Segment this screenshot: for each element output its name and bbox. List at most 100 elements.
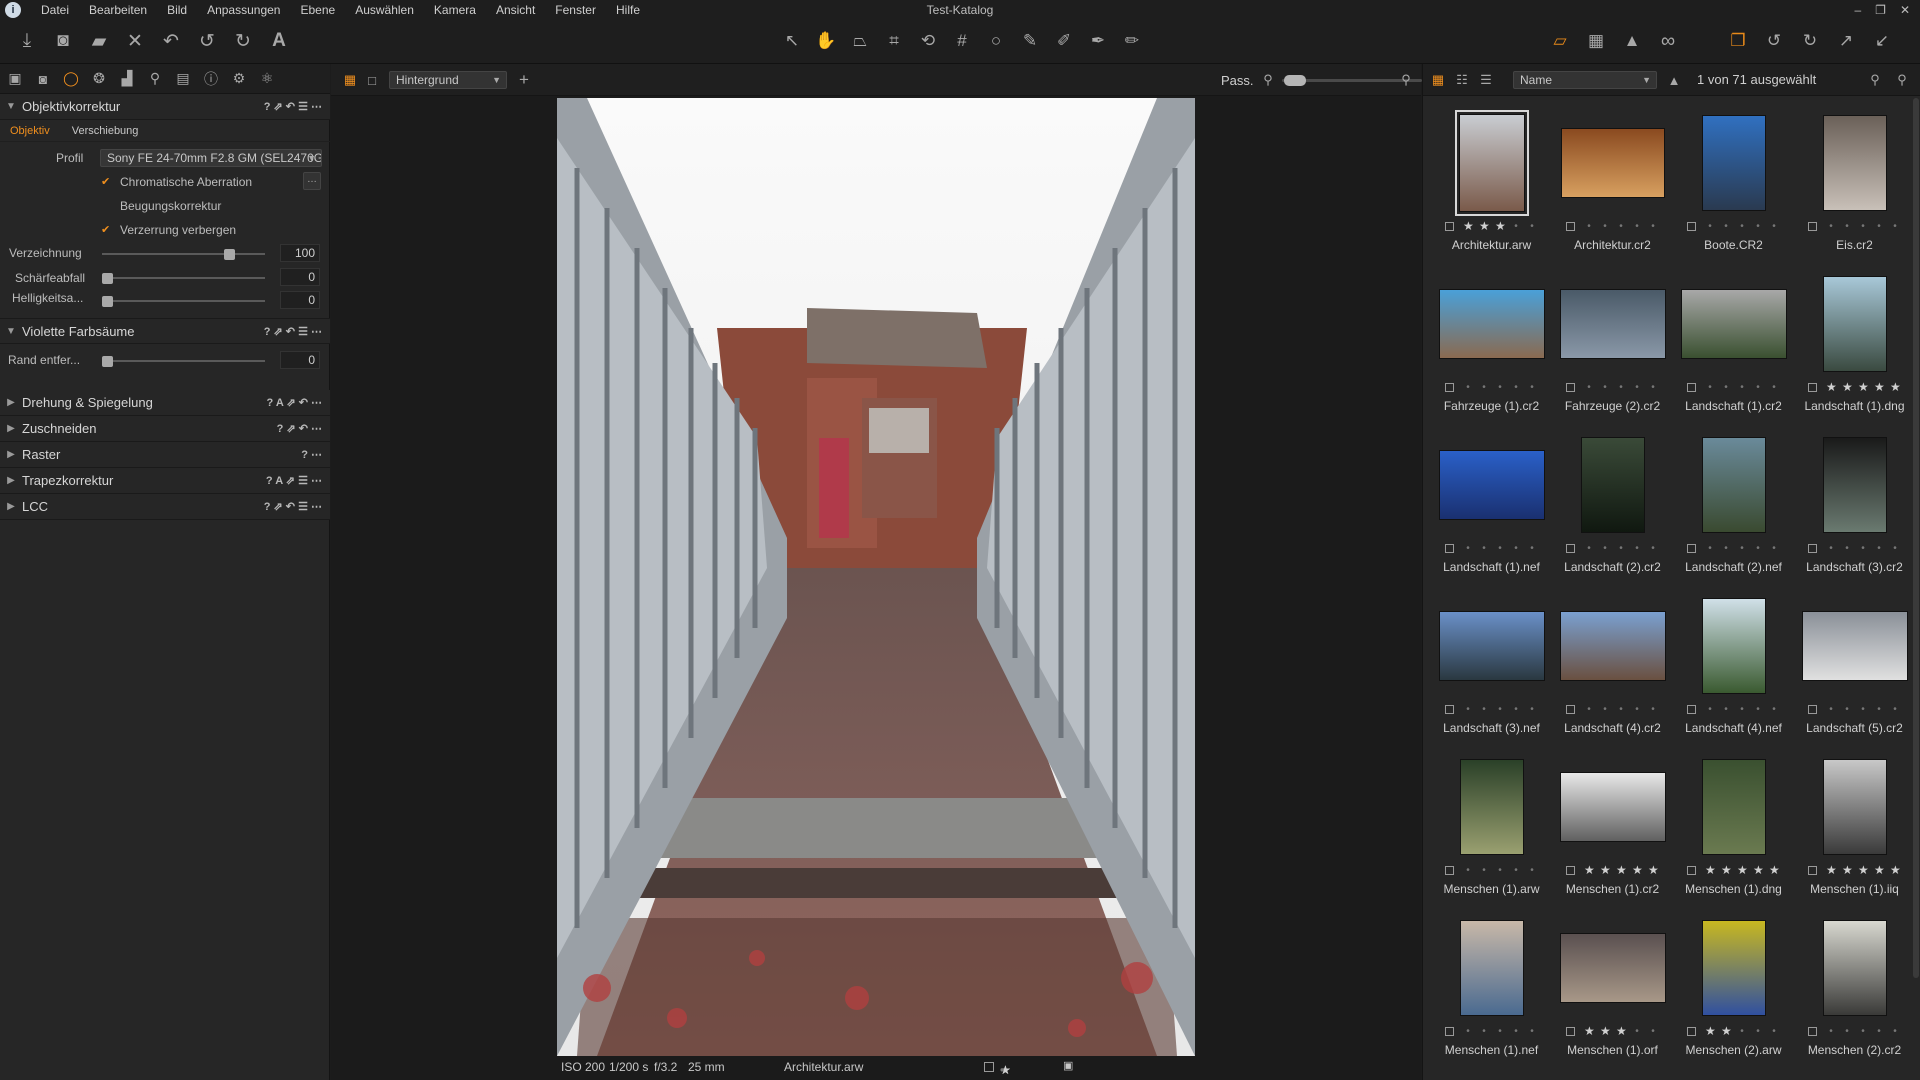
star-empty-icon[interactable]: • <box>1527 704 1537 715</box>
thumbnail-image[interactable] <box>1459 759 1524 855</box>
thumbnail[interactable] <box>1552 434 1673 536</box>
slider-value-field[interactable]: 0 <box>280 351 320 369</box>
tab-verschiebung[interactable]: Verschiebung <box>72 125 139 137</box>
section-drehung-spiegelung[interactable]: ▶ Drehung & Spiegelung ? A ⇗ ↶ ⋯ <box>0 390 330 416</box>
main-image[interactable] <box>557 98 1195 1056</box>
thumbnail-rating[interactable]: • • • • • <box>1808 220 1908 232</box>
star-empty-icon[interactable]: • <box>1600 543 1610 554</box>
brush-tool-icon[interactable]: ✎ <box>1015 27 1045 55</box>
camera-icon[interactable]: ◙ <box>48 27 78 55</box>
menu-bild[interactable]: Bild <box>157 0 197 20</box>
star-empty-icon[interactable]: • <box>1858 704 1868 715</box>
menu-hilfe[interactable]: Hilfe <box>606 0 650 20</box>
star-empty-icon[interactable]: • <box>1584 543 1594 554</box>
thumbnail[interactable] <box>1431 917 1552 1019</box>
thumbnail-cell[interactable]: • • • • • Landschaft (3).nef <box>1431 591 1552 752</box>
thumbnail-rating[interactable]: ★ ★ ★ • • <box>1566 1024 1666 1038</box>
star-filled-icon[interactable]: ★ <box>1479 219 1490 233</box>
star-empty-icon[interactable]: • <box>1826 221 1836 232</box>
thumbnail-cell[interactable]: ★ ★ ★ ★ ★ Menschen (1).iiq <box>1794 752 1915 913</box>
star-empty-icon[interactable]: • <box>1826 704 1836 715</box>
tag-icon[interactable]: ▣ <box>1063 1059 1073 1072</box>
star-empty-icon[interactable]: • <box>1890 221 1900 232</box>
star-filled-icon[interactable]: ★ <box>1890 863 1901 877</box>
thumbnail[interactable] <box>1794 273 1915 375</box>
thumbnail-cell[interactable]: ★ ★ ★ ★ ★ Menschen (1).dng <box>1673 752 1794 913</box>
star-filled-icon[interactable]: ★ <box>1584 863 1595 877</box>
multi-view-icon[interactable]: ▦ <box>341 71 359 89</box>
thumbnail-image[interactable] <box>1559 933 1666 1003</box>
star-empty-icon[interactable]: • <box>1721 382 1731 393</box>
star-filled-icon[interactable]: ★ <box>1890 380 1901 394</box>
star-empty-icon[interactable]: • <box>1479 1026 1489 1037</box>
capture-tab-icon[interactable]: ◙ <box>34 70 52 88</box>
star-filled-icon[interactable]: ★ <box>1632 863 1643 877</box>
expand-icon[interactable]: ▶ <box>0 423 22 434</box>
close-icon[interactable]: ✕ <box>1900 3 1910 17</box>
thumbnail-rating[interactable]: • • • • • <box>1445 542 1545 554</box>
star-empty-icon[interactable]: • <box>1705 221 1715 232</box>
star-empty-icon[interactable]: • <box>1753 1026 1763 1037</box>
star-empty-icon[interactable]: • <box>1705 382 1715 393</box>
section-actions[interactable]: ? A ⇗ ↶ ⋯ <box>266 396 330 409</box>
thumbnail[interactable] <box>1431 434 1552 536</box>
local-tab-icon[interactable]: ▤ <box>174 70 192 88</box>
star-empty-icon[interactable]: • <box>1527 221 1537 232</box>
output-tab-icon[interactable]: ⚙ <box>230 70 248 88</box>
star-empty-icon[interactable]: • <box>1616 704 1626 715</box>
thumbnail-rating[interactable]: • • • • • <box>1687 220 1787 232</box>
apply-adjust-icon[interactable]: ↙ <box>1867 27 1897 55</box>
star-filled-icon[interactable]: ★ <box>1721 863 1732 877</box>
thumbnail-image[interactable] <box>1822 920 1887 1016</box>
star-empty-icon[interactable]: • <box>1721 221 1731 232</box>
star-empty-icon[interactable]: • <box>1463 382 1473 393</box>
thumbnail-image[interactable] <box>1822 276 1887 372</box>
star-filled-icon[interactable]: ★ <box>1600 1024 1611 1038</box>
select-checkbox[interactable] <box>1445 704 1454 714</box>
thumbnail-rating[interactable]: • • • • • <box>1445 864 1545 876</box>
thumbnail-cell[interactable]: • • • • • Eis.cr2 <box>1794 108 1915 269</box>
thumbnail-cell[interactable]: • • • • • Landschaft (1).nef <box>1431 430 1552 591</box>
star-empty-icon[interactable]: • <box>1463 543 1473 554</box>
star-empty-icon[interactable]: • <box>1600 704 1610 715</box>
thumbnail-image[interactable] <box>1822 115 1887 211</box>
star-filled-icon[interactable]: ★ <box>1826 380 1837 394</box>
tab-objektiv[interactable]: Objektiv <box>10 125 50 137</box>
select-checkbox[interactable] <box>1687 704 1696 714</box>
fit-label[interactable]: Pass. <box>1221 73 1254 88</box>
star-empty-icon[interactable]: • <box>1842 543 1852 554</box>
reset-icon[interactable]: ↶ <box>156 27 186 55</box>
rotate-left-icon[interactable]: ↺ <box>1759 27 1789 55</box>
thumbnail[interactable] <box>1552 595 1673 697</box>
thumbnail[interactable] <box>1431 595 1552 697</box>
menu-ansicht[interactable]: Ansicht <box>486 0 545 20</box>
menu-kamera[interactable]: Kamera <box>424 0 486 20</box>
star-empty-icon[interactable]: • <box>1874 704 1884 715</box>
search-icon[interactable]: ⚲ <box>1893 71 1911 89</box>
star-empty-icon[interactable]: • <box>1616 221 1626 232</box>
star-empty-icon[interactable]: • <box>1648 1026 1658 1037</box>
star-empty-icon[interactable]: • <box>1632 1026 1642 1037</box>
grid-tool-icon[interactable]: # <box>947 27 977 55</box>
layer-dropdown[interactable]: Hintergrund ▼ <box>389 71 507 89</box>
star-empty-icon[interactable]: • <box>1632 543 1642 554</box>
expand-icon[interactable]: ▼ <box>0 101 22 112</box>
star-filled-icon[interactable]: ★ <box>1874 380 1885 394</box>
select-checkbox[interactable] <box>1808 221 1817 231</box>
thumbnail-image[interactable] <box>1438 450 1545 520</box>
menu-ebene[interactable]: Ebene <box>290 0 345 20</box>
select-checkbox[interactable] <box>1566 1026 1575 1036</box>
star-empty-icon[interactable]: • <box>1737 543 1747 554</box>
expand-icon[interactable]: ▼ <box>0 326 22 337</box>
star-empty-icon[interactable]: • <box>1495 1026 1505 1037</box>
light-falloff-slider[interactable] <box>102 295 265 307</box>
star-empty-icon[interactable]: • <box>1584 704 1594 715</box>
redo-icon[interactable]: ↻ <box>228 27 258 55</box>
select-checkbox[interactable] <box>1687 1026 1696 1036</box>
thumbnail-image[interactable] <box>1701 759 1766 855</box>
thumbnail[interactable] <box>1552 112 1673 214</box>
star-filled-icon[interactable]: ★ <box>1600 863 1611 877</box>
sort-dropdown[interactable]: Name ▼ <box>1513 71 1657 89</box>
menu-anpassungen[interactable]: Anpassungen <box>197 0 290 20</box>
distortion-slider[interactable] <box>102 248 265 260</box>
